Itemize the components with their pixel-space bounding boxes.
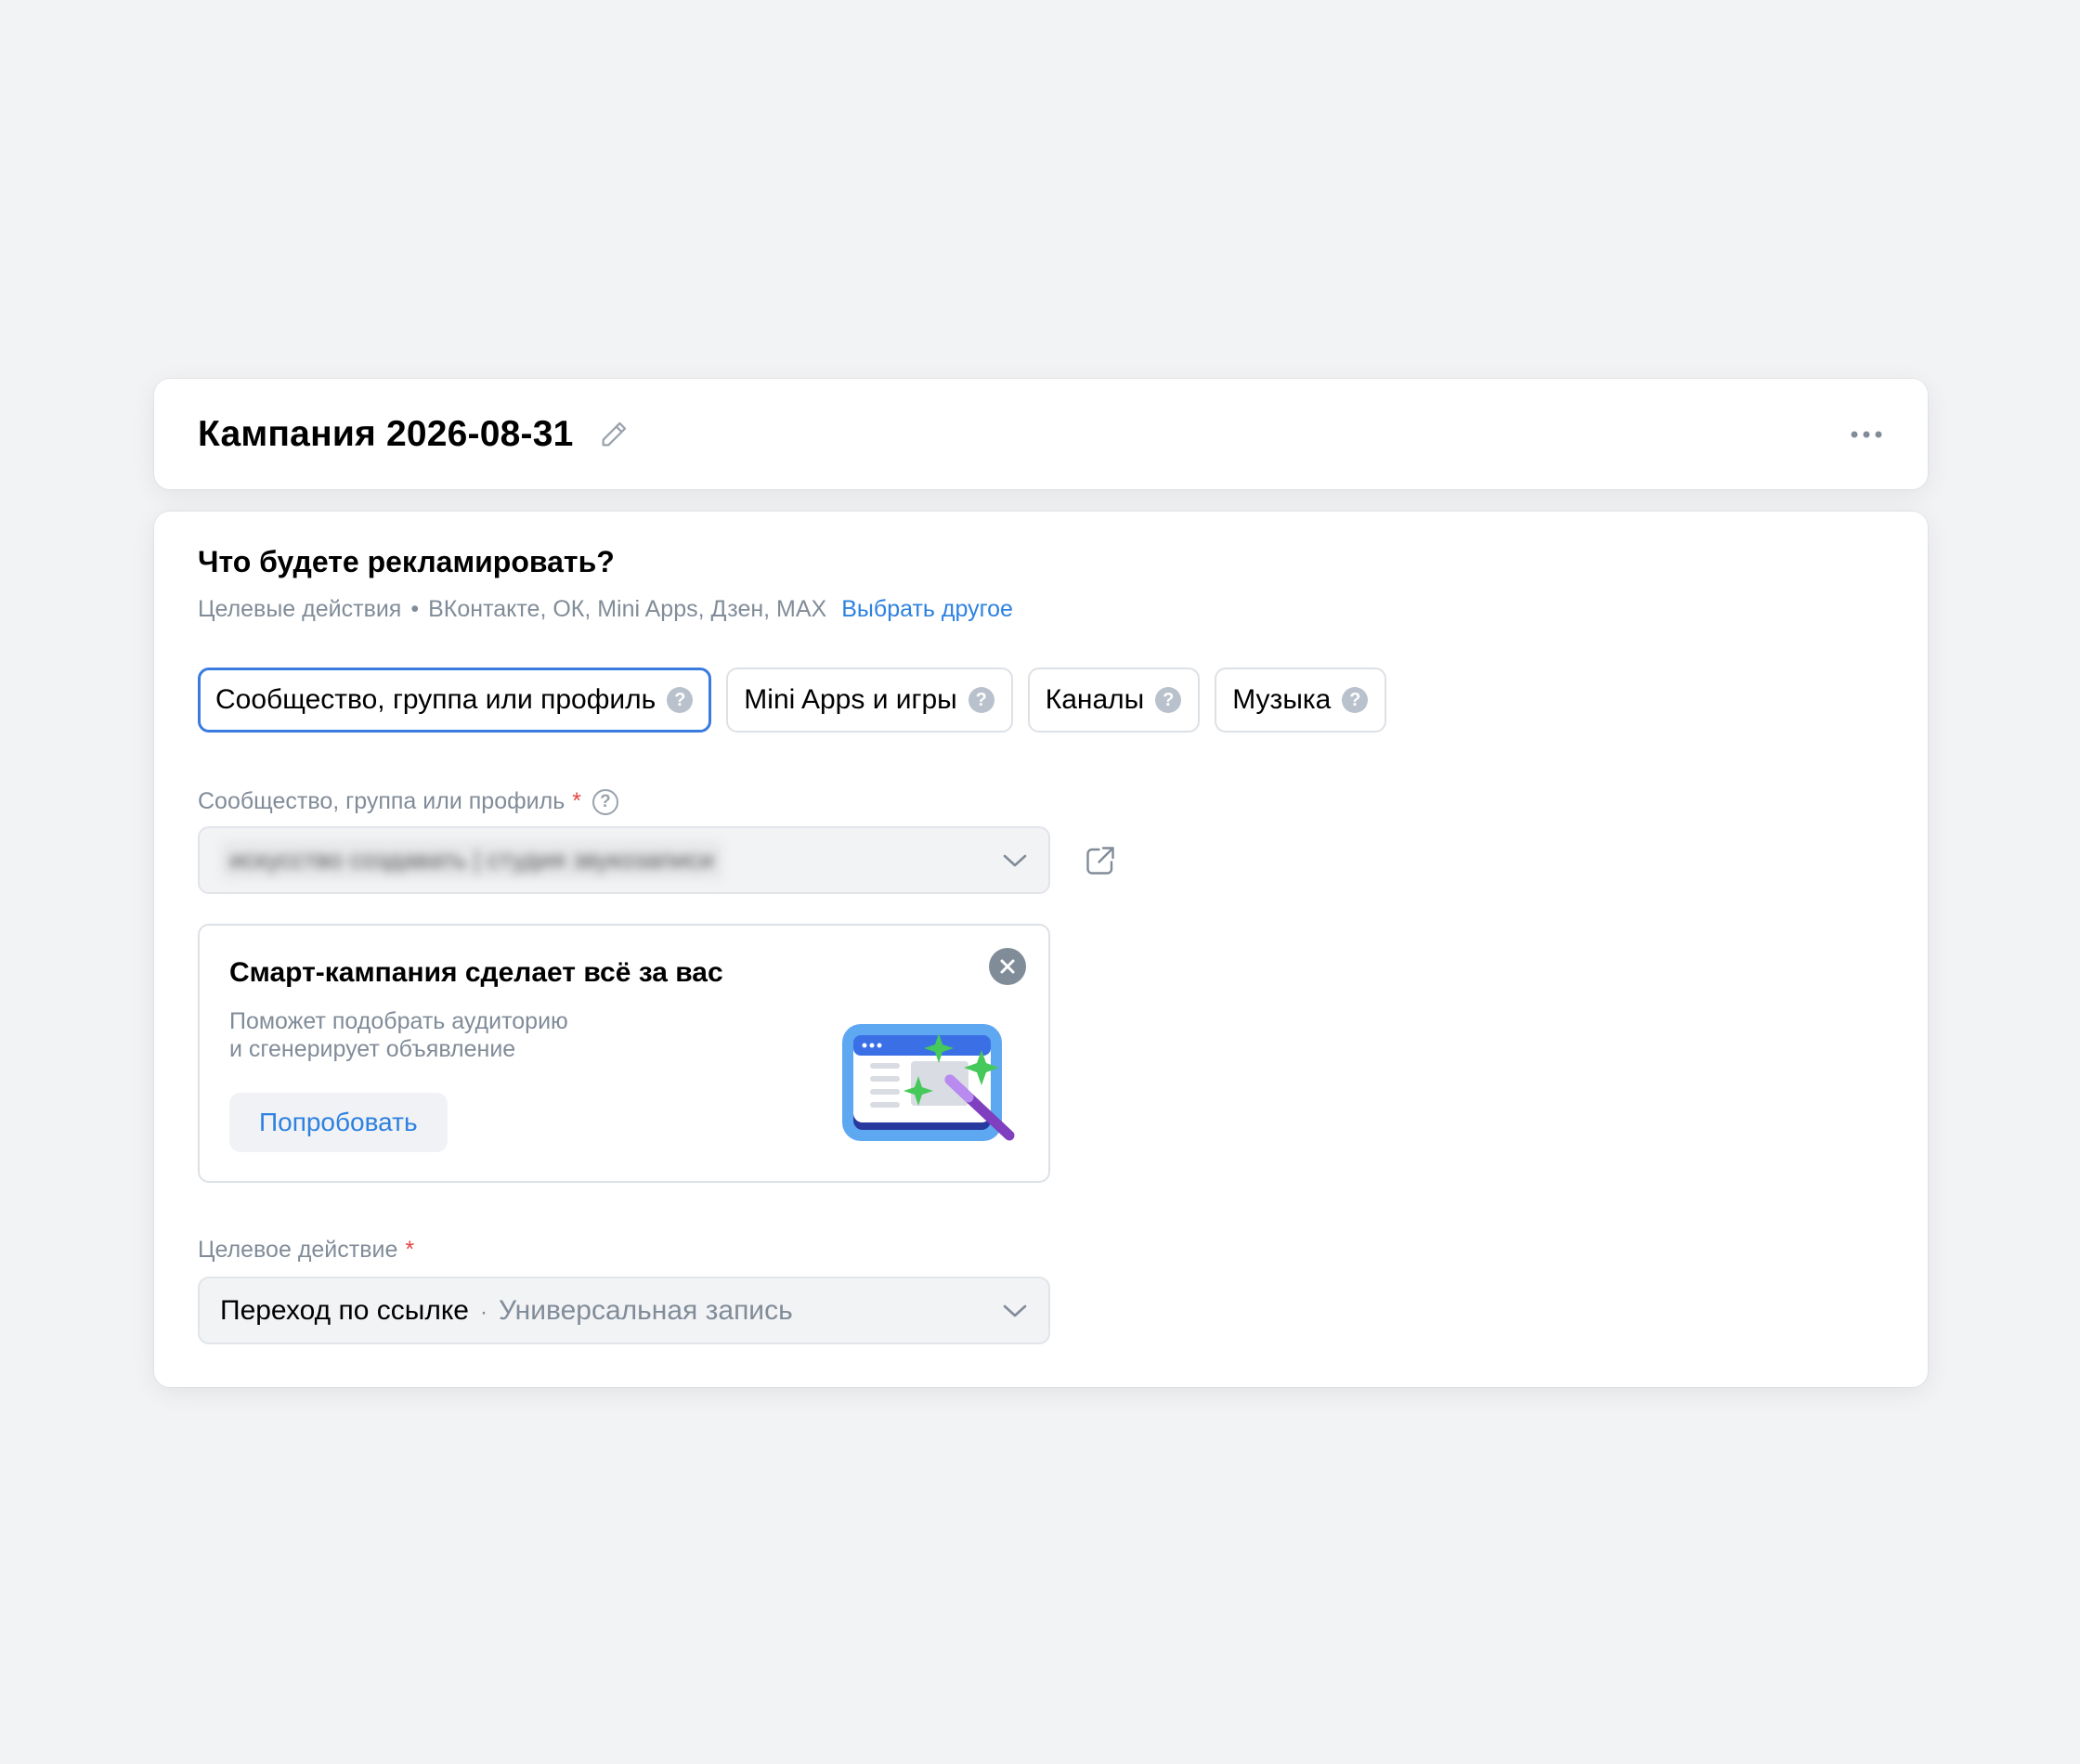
help-icon[interactable]: ? [667,687,694,713]
chevron-down-icon [1003,1304,1027,1317]
value-separator: · [479,1299,488,1325]
close-banner-button[interactable] [989,948,1026,985]
pencil-icon [603,422,627,446]
community-field-label: Сообщество, группа или профиль * ? [198,788,1884,815]
choose-other-link[interactable]: Выбрать другое [841,596,1013,623]
subtitle-separator: • [410,596,420,622]
subtitle-platforms: ВКонтакте, ОК, Mini Apps, Дзен, MAX [428,596,827,622]
more-horizontal-icon [1851,431,1882,437]
ad-object-section: Что будете рекламировать? Целевые действ… [154,512,1928,1387]
title-row: Кампания 2026-08-31 [198,414,632,455]
help-icon[interactable]: ? [592,788,618,815]
tab-label: Mini Apps и игры [744,684,957,715]
banner-title: Смарт-кампания сделает всё за вас [229,957,723,988]
field-label-text: Сообщество, группа или профиль [198,788,566,814]
tab-channels[interactable]: Каналы ? [1027,668,1201,733]
community-select-value: искусство создавать | студия звукозаписи [220,840,723,880]
external-link-icon [1086,846,1114,875]
tab-mini-apps[interactable]: Mini Apps и игры ? [726,668,1013,733]
campaign-header: Кампания 2026-08-31 [154,379,1928,489]
required-asterisk: * [405,1237,415,1263]
target-action-value: Переход по ссылке [220,1294,469,1326]
campaign-editor: Кампания 2026-08-31 Что будете рекламиро… [154,379,1928,1387]
more-options-button[interactable] [1848,416,1885,453]
target-action-label: Целевое действие * [198,1237,1884,1264]
smart-campaign-banner: Смарт-кампания сделает всё за вас Поможе… [198,924,1050,1183]
tab-music[interactable]: Музыка ? [1215,668,1387,733]
close-icon [1000,959,1015,974]
chevron-down-icon [1003,854,1027,866]
magic-wand-illustration-icon [842,1024,1015,1141]
community-select-row: искусство создавать | студия звукозаписи [198,826,1884,894]
target-action-subvalue: Универсальная запись [498,1294,793,1326]
try-button[interactable]: Попробовать [229,1093,448,1152]
required-asterisk: * [572,788,581,814]
target-action-select[interactable]: Переход по ссылке · Универсальная запись [198,1277,1050,1344]
section-subtitle: Целевые действия • ВКонтакте, ОК, Mini A… [198,596,1884,623]
campaign-title: Кампания 2026-08-31 [198,413,574,454]
subtitle-goal: Целевые действия [198,596,402,622]
tab-label: Каналы [1045,684,1145,715]
edit-title-button[interactable] [595,416,632,453]
open-community-button[interactable] [1082,842,1119,879]
tab-community[interactable]: Сообщество, группа или профиль ? [198,668,712,733]
section-title: Что будете рекламировать? [198,545,615,578]
help-icon[interactable]: ? [1342,687,1369,713]
target-action-value-group: Переход по ссылке · Универсальная запись [220,1295,793,1327]
object-type-tabs: Сообщество, группа или профиль ? Mini Ap… [198,668,1884,733]
help-icon[interactable]: ? [968,687,994,713]
tab-label: Сообщество, группа или профиль [215,684,656,715]
help-icon[interactable]: ? [1155,687,1182,713]
field-label-text: Целевое действие [198,1237,398,1263]
community-select[interactable]: искусство создавать | студия звукозаписи [198,826,1050,894]
tab-label: Музыка [1232,684,1332,715]
